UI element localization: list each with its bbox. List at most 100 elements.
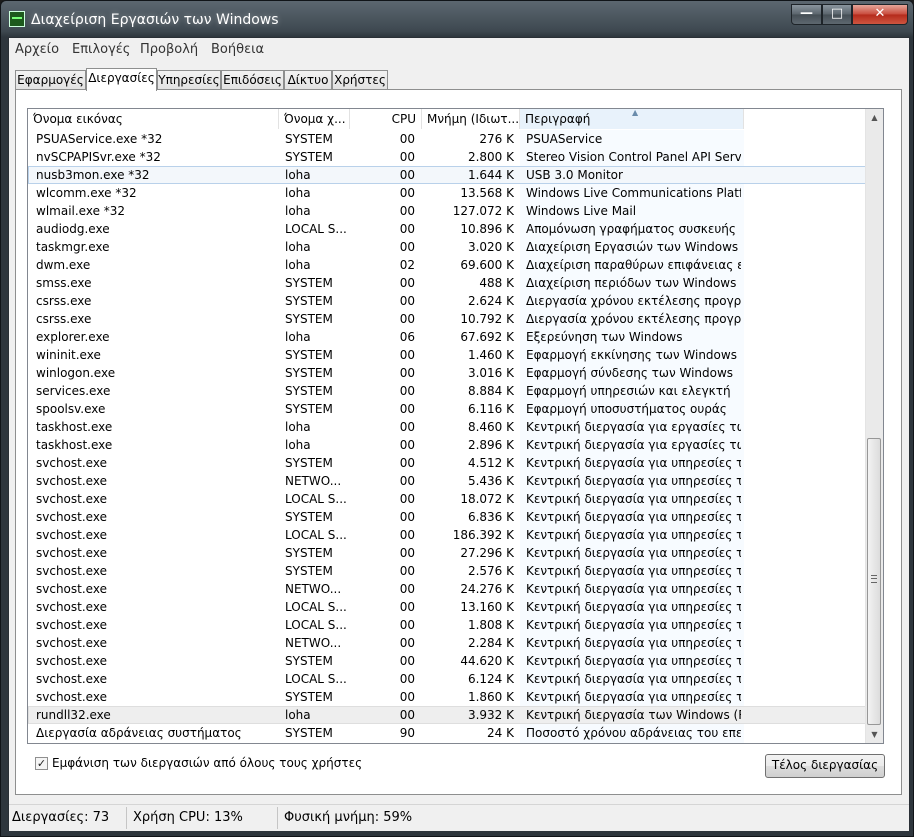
- cell-description: Windows Live Mail: [526, 204, 637, 218]
- tab-users[interactable]: Χρήστες: [332, 70, 388, 90]
- process-row[interactable]: svchost.exe SYSTEM 00 27.296 K Κεντρική διερ…: [28, 544, 868, 562]
- cell-memory: 1.808 K: [467, 618, 514, 632]
- maximize-button[interactable]: □: [822, 4, 852, 25]
- process-row[interactable]: svchost.exe NETWO... 00 2.284 K Κεντρική διε…: [28, 634, 868, 652]
- column-header-user-name[interactable]: Όνομα χ...: [279, 109, 350, 129]
- process-row[interactable]: winlogon.exe SYSTEM 00 3.016 K Εφαρμογή σύνδ…: [28, 364, 868, 382]
- process-row[interactable]: audiodg.exe LOCAL S... 00 10.896 K Απομόνωση…: [28, 220, 868, 238]
- process-row[interactable]: svchost.exe NETWO... 00 24.276 K Κεντρική δι…: [28, 580, 868, 598]
- process-row[interactable]: taskhost.exe loha 00 8.460 K Κεντρική διεργα…: [28, 418, 868, 436]
- tab-applications[interactable]: Εφαρμογές: [15, 70, 86, 90]
- cell-user-name: NETWO...: [285, 474, 342, 488]
- cell-cpu: 02: [399, 258, 415, 272]
- process-row[interactable]: svchost.exe LOCAL S... 00 13.160 K Κεντρική …: [28, 598, 868, 616]
- cell-image-name: wlmail.exe *32: [36, 204, 126, 218]
- process-row[interactable]: svchost.exe LOCAL S... 00 18.072 K Κεντρική …: [28, 490, 868, 508]
- cell-description: Κεντρική διεργασία για υπηρεσίες των...: [526, 582, 741, 596]
- process-row[interactable]: services.exe SYSTEM 00 8.884 K Εφαρμογή υπηρ…: [28, 382, 868, 400]
- cell-user-name: loha: [285, 708, 311, 722]
- cell-description: Διεργασία χρόνου εκτέλεσης προγρά...: [526, 294, 741, 308]
- scroll-down-arrow-icon[interactable]: ▼: [866, 726, 883, 743]
- process-row[interactable]: spoolsv.exe SYSTEM 00 6.116 K Εφαρμογή υποσυ…: [28, 400, 868, 418]
- cell-user-name: loha: [285, 438, 311, 452]
- cell-image-name: svchost.exe: [36, 582, 107, 596]
- cell-memory: 2.800 K: [467, 150, 514, 164]
- cell-cpu: 00: [399, 132, 415, 146]
- process-row[interactable]: Διεργασία αδράνειας συστήματος SYSTEM 90 24…: [28, 724, 868, 742]
- vertical-scrollbar[interactable]: ▲ ▼: [865, 109, 883, 743]
- menu-options[interactable]: Επιλογές: [72, 42, 130, 57]
- menu-view[interactable]: Προβολή: [140, 42, 198, 57]
- cell-memory: 10.792 K: [460, 312, 514, 326]
- cell-memory: 3.016 K: [467, 366, 514, 380]
- process-list[interactable]: Όνομα εικόνας Όνομα χ... CPU Μνήμη (Ιδιω…: [27, 108, 884, 744]
- scrollbar-thumb[interactable]: [867, 438, 881, 725]
- title-bar[interactable]: Διαχείριση Εργασιών των Windows — □ ✕: [1, 1, 913, 37]
- window-title: Διαχείριση Εργασιών των Windows: [31, 12, 279, 28]
- column-header-cpu[interactable]: CPU: [350, 109, 422, 129]
- process-row[interactable]: svchost.exe LOCAL S... 00 186.392 K Κεντρική…: [28, 526, 868, 544]
- cell-cpu: 00: [399, 600, 415, 614]
- process-row[interactable]: svchost.exe SYSTEM 00 1.860 K Κεντρική διεργ…: [28, 688, 868, 706]
- cell-cpu: 00: [399, 294, 415, 308]
- tab-services[interactable]: Υπηρεσίες: [157, 70, 221, 90]
- cell-user-name: SYSTEM: [285, 384, 333, 398]
- process-row[interactable]: csrss.exe SYSTEM 00 2.624 K Διεργασία χρόνου…: [28, 292, 868, 310]
- cell-description: Κεντρική διεργασία για εργασίες των ...: [526, 438, 741, 452]
- cell-cpu: 00: [399, 690, 415, 704]
- process-row[interactable]: nvSCPAPISvr.exe *32 SYSTEM 00 2.800 K Stereo…: [28, 148, 868, 166]
- tab-processes[interactable]: Διεργασίες: [86, 68, 157, 91]
- cell-user-name: SYSTEM: [285, 564, 333, 578]
- process-row[interactable]: nusb3mon.exe *32 loha 00 1.644 K USB 3.0 Mon…: [28, 166, 868, 184]
- tab-performance[interactable]: Επιδόσεις: [221, 70, 284, 90]
- process-row[interactable]: taskhost.exe loha 00 2.896 K Κεντρική διεργα…: [28, 436, 868, 454]
- cell-memory: 1.644 K: [467, 168, 514, 182]
- process-row[interactable]: PSUAService.exe *32 SYSTEM 00 276 K PSUAServ…: [28, 130, 868, 148]
- cell-memory: 4.512 K: [467, 456, 514, 470]
- cell-cpu: 00: [399, 492, 415, 506]
- cell-memory: 2.284 K: [467, 636, 514, 650]
- cell-image-name: svchost.exe: [36, 636, 107, 650]
- process-row[interactable]: svchost.exe LOCAL S... 00 6.124 K Κεντρική δ…: [28, 670, 868, 688]
- column-header-image-name[interactable]: Όνομα εικόνας: [28, 109, 279, 129]
- show-all-users-checkbox[interactable]: ✓: [35, 757, 48, 770]
- process-row[interactable]: dwm.exe loha 02 69.600 K Διαχείριση παραθύρω…: [28, 256, 868, 274]
- cell-memory: 8.884 K: [467, 384, 514, 398]
- menu-help[interactable]: Βοήθεια: [211, 42, 264, 57]
- cell-cpu: 00: [399, 510, 415, 524]
- column-header-memory[interactable]: Μνήμη (Ιδιωτ...: [422, 109, 520, 129]
- cell-cpu: 00: [399, 456, 415, 470]
- cell-memory: 27.296 K: [460, 546, 514, 560]
- process-row[interactable]: taskmgr.exe loha 00 3.020 K Διαχείριση Εργασ…: [28, 238, 868, 256]
- client-area: Αρχείο Επιλογές Προβολή Βοήθεια Εφαρμογέ…: [8, 37, 910, 831]
- cell-user-name: loha: [285, 168, 311, 182]
- cell-memory: 8.460 K: [467, 420, 514, 434]
- tab-networking[interactable]: Δίκτυο: [284, 70, 332, 90]
- process-row[interactable]: wlcomm.exe *32 loha 00 13.568 K Windows Live…: [28, 184, 868, 202]
- process-row[interactable]: svchost.exe SYSTEM 00 4.512 K Κεντρική διεργ…: [28, 454, 868, 472]
- minimize-button[interactable]: —: [791, 4, 822, 25]
- cell-description: Κεντρική διεργασία για υπηρεσίες των...: [526, 564, 741, 578]
- end-process-button[interactable]: Τέλος διεργασίας: [765, 754, 885, 778]
- process-row[interactable]: wininit.exe SYSTEM 00 1.460 K Εφαρμογή εκκίν…: [28, 346, 868, 364]
- scroll-up-arrow-icon[interactable]: ▲: [866, 109, 883, 126]
- process-row[interactable]: svchost.exe LOCAL S... 00 1.808 K Κεντρική δ…: [28, 616, 868, 634]
- process-row[interactable]: csrss.exe SYSTEM 00 10.792 K Διεργασία χρόνο…: [28, 310, 868, 328]
- cell-image-name: spoolsv.exe: [36, 402, 106, 416]
- cell-image-name: svchost.exe: [36, 528, 107, 542]
- minimize-icon: —: [800, 6, 813, 21]
- cell-description: Windows Live Communications Platf...: [526, 186, 741, 200]
- process-row[interactable]: svchost.exe NETWO... 00 5.436 K Κεντρική διε…: [28, 472, 868, 490]
- cell-cpu: 00: [399, 348, 415, 362]
- process-row[interactable]: svchost.exe SYSTEM 00 44.620 K Κεντρική διερ…: [28, 652, 868, 670]
- cell-image-name: dwm.exe: [36, 258, 91, 272]
- menu-file[interactable]: Αρχείο: [15, 42, 59, 57]
- cell-memory: 24.276 K: [460, 582, 514, 596]
- process-row[interactable]: explorer.exe loha 06 67.692 K Εξερεύνηση των…: [28, 328, 868, 346]
- process-row[interactable]: rundll32.exe loha 00 3.932 K Κεντρική διεργα…: [28, 706, 868, 724]
- process-row[interactable]: wlmail.exe *32 loha 00 127.072 K Windows Liv…: [28, 202, 868, 220]
- close-button[interactable]: ✕: [852, 4, 908, 25]
- process-row[interactable]: smss.exe SYSTEM 00 488 K Διαχείριση περιόδων…: [28, 274, 868, 292]
- process-row[interactable]: svchost.exe SYSTEM 00 2.576 K Κεντρική διεργ…: [28, 562, 868, 580]
- process-row[interactable]: svchost.exe SYSTEM 00 6.836 K Κεντρική διεργ…: [28, 508, 868, 526]
